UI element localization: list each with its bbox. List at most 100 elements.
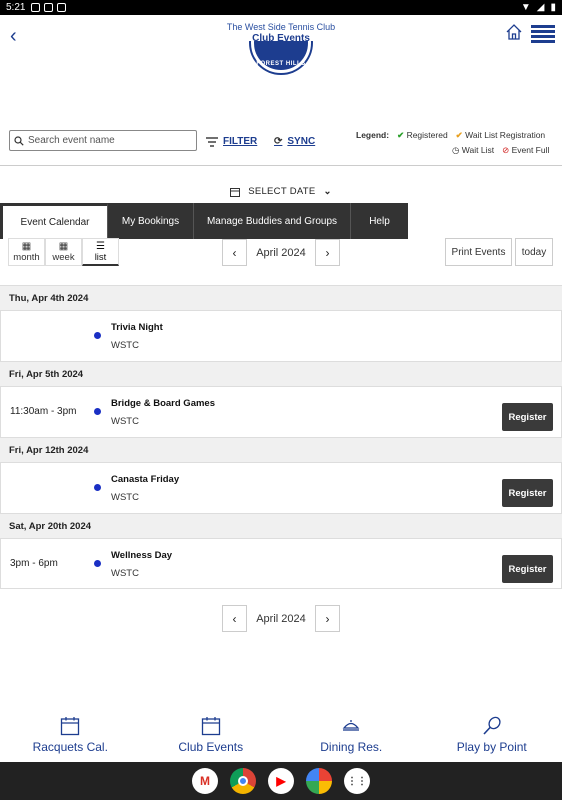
youtube-icon[interactable]: ▶ [268, 768, 294, 794]
tab-bar: Event Calendar My Bookings Manage Buddie… [0, 203, 408, 239]
legend: Legend: ✔ Registered ✔ Wait List Registr… [356, 130, 556, 156]
nav-label: Club Events [178, 740, 244, 754]
calendar-icon: ▦ [58, 241, 69, 252]
tab-manage-buddies-groups[interactable]: Manage Buddies and Groups [194, 203, 351, 239]
calendar-icon [61, 717, 80, 736]
sync-icon: ⟳ [274, 136, 283, 147]
app-header: ‹ The West Side Tennis Club Club Events … [0, 15, 562, 115]
today-button[interactable]: today [515, 238, 553, 266]
register-button[interactable]: Register [502, 479, 553, 507]
photos-icon[interactable] [306, 768, 332, 794]
no-entry-icon: ⊘ [502, 145, 510, 155]
calendar-icon [230, 187, 241, 197]
status-bar: 5:21 ▼ ◢ ▮ [0, 0, 562, 15]
club-name: The West Side Tennis Club [226, 22, 336, 32]
nav-racquets-cal[interactable]: Racquets Cal. [0, 716, 141, 762]
check-icon: ✔ [397, 130, 405, 140]
event-row[interactable]: 3pm - 6pm Wellness Day WSTC Register [0, 539, 562, 589]
event-dot [94, 408, 101, 415]
wifi-icon: ▼ [520, 2, 531, 13]
select-date-button[interactable]: SELECT DATE ⌄ [0, 186, 562, 197]
print-events-button[interactable]: Print Events [445, 238, 512, 266]
app-drawer-icon[interactable]: ⋮⋮ [344, 768, 370, 794]
legend-event-full: Event Full [511, 145, 550, 155]
nav-dining-res[interactable]: Dining Res. [281, 716, 422, 762]
month-label: April 2024 [256, 612, 306, 625]
event-dot [94, 560, 101, 567]
gmail-icon[interactable]: M [192, 768, 218, 794]
dining-icon [342, 720, 360, 731]
register-button[interactable]: Register [502, 403, 553, 431]
day-header: Fri, Apr 5th 2024 [0, 361, 562, 387]
notification-icon [57, 3, 67, 12]
signal-icon: ◢ [536, 2, 545, 13]
next-month-button[interactable]: › [315, 239, 340, 266]
chrome-icon[interactable] [230, 768, 256, 794]
racquet-icon [483, 716, 501, 735]
event-row[interactable]: Trivia Night WSTC [0, 311, 562, 361]
tab-my-bookings[interactable]: My Bookings [108, 203, 194, 239]
logo-text: FOREST HILLS [256, 61, 306, 67]
status-time: 5:21 [6, 2, 26, 13]
sync-button[interactable]: ⟳ SYNC [274, 136, 315, 147]
nav-club-events[interactable]: Club Events [141, 716, 282, 762]
nav-label: Dining Res. [320, 740, 383, 754]
club-logo: FOREST HILLS [249, 41, 313, 77]
event-name[interactable]: Canasta Friday [111, 474, 179, 485]
system-dock: M ▶ ⋮⋮ [0, 762, 562, 800]
home-icon[interactable] [505, 23, 523, 41]
view-list-button[interactable]: ☰ list [82, 238, 119, 266]
battery-icon: ▮ [550, 2, 556, 13]
event-name[interactable]: Wellness Day [111, 550, 172, 561]
view-month-button[interactable]: ▦ month [8, 238, 45, 266]
chevron-right-icon: › [325, 611, 330, 626]
sync-label: SYNC [287, 136, 316, 147]
event-name[interactable]: Bridge & Board Games [111, 398, 215, 409]
chevron-down-icon: ⌄ [323, 186, 332, 197]
tab-event-calendar[interactable]: Event Calendar [0, 203, 108, 239]
hamburger-menu-icon[interactable] [531, 25, 555, 43]
event-time: 11:30am - 3pm [10, 406, 77, 417]
event-location: WSTC [111, 492, 139, 503]
view-week-label: week [52, 252, 75, 263]
nav-play-by-point[interactable]: Play by Point [422, 716, 562, 762]
day-header: Sat, Apr 20th 2024 [0, 513, 562, 539]
prev-month-button[interactable]: ‹ [222, 605, 247, 632]
clock-icon: ◷ [452, 145, 460, 155]
legend-wait-list-registration: Wait List Registration [465, 130, 546, 140]
filter-icon [206, 136, 218, 147]
event-time: 3pm - 6pm [10, 558, 58, 569]
event-row[interactable]: 11:30am - 3pm Bridge & Board Games WSTC … [0, 387, 562, 437]
view-week-button[interactable]: ▦ week [45, 238, 82, 266]
filter-button[interactable]: FILTER [206, 136, 257, 147]
chevron-right-icon: › [325, 245, 330, 260]
view-month-label: month [13, 252, 40, 263]
event-location: WSTC [111, 416, 139, 427]
search-box[interactable] [9, 130, 197, 151]
search-input[interactable] [28, 135, 188, 146]
tab-help[interactable]: Help [351, 203, 408, 239]
day-header: Thu, Apr 4th 2024 [0, 285, 562, 311]
list-icon: ☰ [96, 240, 105, 252]
day-header: Fri, Apr 12th 2024 [0, 437, 562, 463]
month-navigator: ‹ April 2024 › [222, 239, 340, 266]
view-switcher: ▦ month ▦ week ☰ list [8, 238, 119, 266]
event-dot [94, 332, 101, 339]
register-button[interactable]: Register [502, 555, 553, 583]
event-row[interactable]: Canasta Friday WSTC Register [0, 463, 562, 513]
bottom-nav: Racquets Cal. Club Events Dining Res. Pl… [0, 716, 562, 762]
notification-icon [31, 3, 41, 12]
filter-label: FILTER [223, 136, 258, 147]
search-toolbar: FILTER ⟳ SYNC Legend: ✔ Registered ✔ Wai… [0, 128, 562, 166]
event-name[interactable]: Trivia Night [111, 322, 163, 333]
events-list: Thu, Apr 4th 2024 Trivia Night WSTC Fri,… [0, 285, 562, 589]
event-dot [94, 484, 101, 491]
check-icon: ✔ [455, 130, 463, 140]
legend-wait-list: Wait List [461, 145, 495, 155]
chevron-left-icon: ‹ [232, 245, 237, 260]
event-location: WSTC [111, 340, 139, 351]
chevron-left-icon: ‹ [232, 611, 237, 626]
prev-month-button[interactable]: ‹ [222, 239, 247, 266]
next-month-button[interactable]: › [315, 605, 340, 632]
nav-label: Play by Point [456, 740, 527, 754]
